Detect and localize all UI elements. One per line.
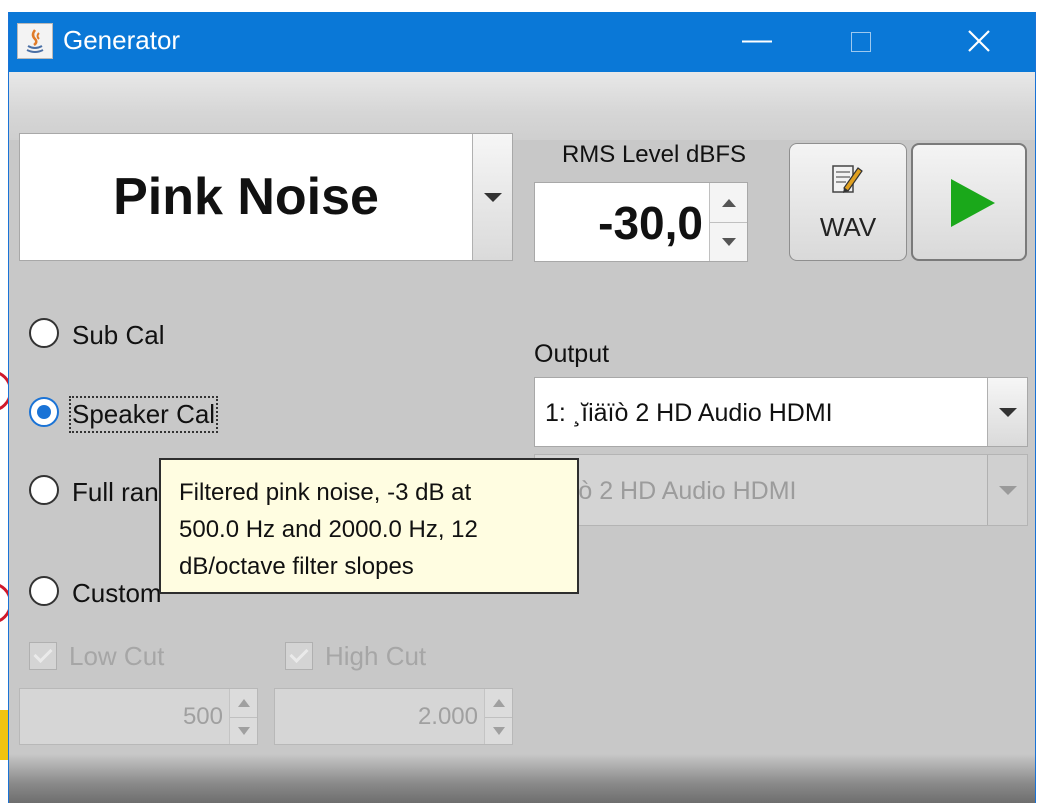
high-cut-increment-button (485, 689, 512, 717)
high-cut-value: 2.000 (417, 703, 478, 730)
high-cut-spin-buttons (484, 689, 512, 744)
rms-level-spin-buttons (709, 183, 747, 261)
low-cut-increment-button (230, 689, 257, 717)
output-label: Output (534, 340, 610, 368)
arrow-up-icon (237, 698, 250, 707)
high-cut-checkbox (285, 642, 313, 670)
signal-type-dropdown-button[interactable] (472, 134, 512, 260)
tooltip-line: 500.0 Hz and 2000.0 Hz, 12 (179, 516, 478, 543)
chevron-down-icon (483, 193, 502, 202)
panel-header-area (9, 72, 1035, 140)
rms-increment-button[interactable] (710, 183, 747, 222)
output-device-combobox[interactable]: 1: ¸ĭiäïò 2 HD Audio HDMI (534, 377, 1028, 447)
radio-speaker-cal[interactable]: Speaker Cal (29, 394, 249, 434)
rms-level-value[interactable]: -30,0 (598, 183, 703, 261)
output-device-secondary-dropdown-button (987, 455, 1027, 525)
wav-button-label: WAV (819, 212, 877, 242)
output-device-dropdown-button[interactable] (987, 378, 1027, 446)
maximize-button[interactable] (821, 12, 901, 72)
desktop-fragment (0, 710, 8, 760)
rms-decrement-button[interactable] (710, 222, 747, 261)
low-cut-spin-buttons (229, 689, 257, 744)
signal-type-value: Pink Noise (113, 168, 379, 226)
rms-level-label: RMS Level dBFS (561, 141, 747, 168)
low-cut-value: 500 (182, 703, 223, 730)
radio-button[interactable] (29, 576, 59, 606)
radio-sub-cal[interactable]: Sub Cal (29, 315, 209, 355)
rms-level-spinner[interactable]: -30,0 (534, 182, 748, 262)
radio-button[interactable] (29, 475, 59, 505)
arrow-down-icon (237, 726, 250, 735)
arrow-down-icon (492, 726, 505, 735)
wav-edit-icon (830, 162, 864, 196)
java-app-icon (17, 23, 53, 59)
output-device-secondary-combobox: ĭiäïò 2 HD Audio HDMI (534, 454, 1028, 526)
high-cut-label: High Cut (325, 641, 427, 671)
radio-button-selected[interactable] (29, 397, 59, 427)
output-device-value: 1: ¸ĭiäïò 2 HD Audio HDMI (545, 399, 833, 427)
tooltip-line: Filtered pink noise, -3 dB at (179, 479, 472, 506)
low-cut-label: Low Cut (69, 641, 165, 671)
chevron-down-icon (998, 408, 1017, 417)
low-cut-decrement-button (230, 716, 257, 745)
high-cut-decrement-button (485, 716, 512, 745)
maximize-icon (851, 32, 871, 52)
low-cut-checkbox (29, 642, 57, 670)
low-cut-frequency-spinner: 500 (19, 688, 258, 745)
close-icon (968, 30, 990, 52)
speaker-cal-tooltip: Filtered pink noise, -3 dB at 500.0 Hz a… (159, 458, 579, 594)
tooltip-line: dB/octave filter slopes (179, 553, 414, 580)
signal-type-combobox[interactable]: Pink Noise (19, 133, 513, 261)
high-cut-checkbox-row: High Cut (285, 640, 485, 676)
radio-label: Speaker Cal (68, 396, 219, 433)
play-button[interactable] (911, 143, 1027, 261)
chevron-down-icon (998, 486, 1017, 495)
high-cut-frequency-spinner: 2.000 (274, 688, 513, 745)
generator-window: Generator — Pink Noise RMS Level dBFS -3… (8, 12, 1036, 803)
arrow-down-icon (721, 238, 736, 246)
low-cut-checkbox-row: Low Cut (29, 640, 229, 676)
title-bar[interactable]: Generator — (9, 12, 1035, 72)
window-bottom-edge (9, 754, 1035, 803)
radio-label: Sub Cal (72, 320, 165, 350)
minimize-button[interactable]: — (717, 12, 797, 72)
arrow-up-icon (721, 198, 736, 207)
wav-export-button[interactable]: WAV (789, 143, 907, 261)
radio-button[interactable] (29, 318, 59, 348)
radio-label: Custom (72, 578, 162, 608)
output-device-secondary-value: ĭiäïò 2 HD Audio HDMI (545, 477, 797, 505)
arrow-up-icon (492, 698, 505, 707)
play-icon (951, 179, 995, 227)
radio-label: Full ran (72, 477, 159, 507)
window-title: Generator (63, 25, 181, 55)
close-button[interactable] (939, 12, 1019, 72)
